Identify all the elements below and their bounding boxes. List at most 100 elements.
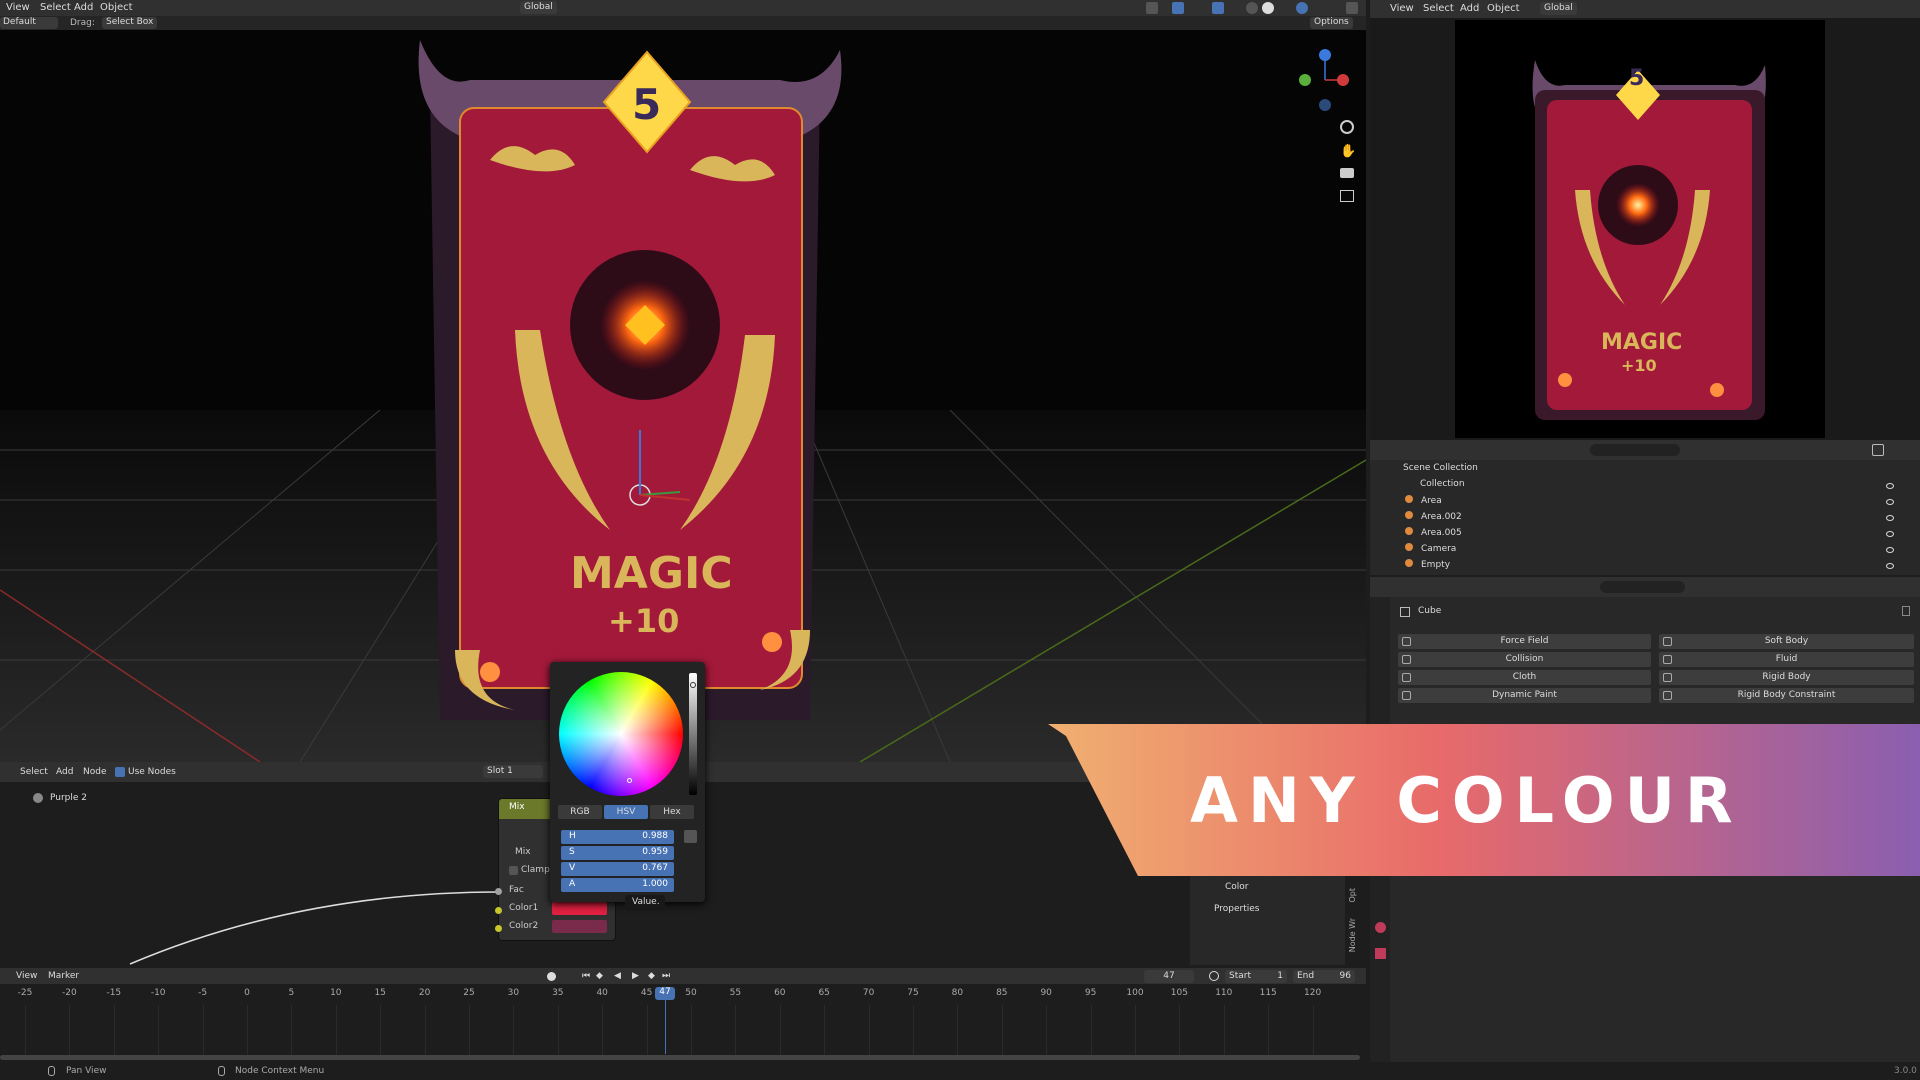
render-menu-object[interactable]: Object bbox=[1487, 3, 1520, 14]
properties-search-field[interactable] bbox=[1600, 581, 1685, 593]
fac-socket[interactable] bbox=[495, 888, 502, 895]
texture-tab-icon[interactable] bbox=[1375, 948, 1386, 959]
menu-view[interactable]: View bbox=[6, 2, 30, 13]
current-frame-field[interactable]: 47 bbox=[1144, 970, 1194, 983]
physics-button[interactable]: Fluid bbox=[1659, 652, 1914, 667]
options-dropdown[interactable]: Options bbox=[1310, 17, 1353, 29]
timeline-menu-view[interactable]: View bbox=[16, 971, 37, 981]
scene-collection-label: Scene Collection bbox=[1403, 463, 1478, 473]
eye-icon[interactable] bbox=[1886, 483, 1894, 489]
eye-icon[interactable] bbox=[1886, 563, 1894, 569]
node-menu-node[interactable]: Node bbox=[83, 767, 107, 777]
frame-grid-line bbox=[735, 1005, 737, 1055]
shading-rendered-icon[interactable] bbox=[1296, 2, 1308, 14]
orientation-dropdown[interactable]: Global bbox=[520, 1, 557, 14]
jump-end-icon[interactable]: ⏭ bbox=[662, 971, 670, 981]
record-icon[interactable] bbox=[547, 972, 556, 981]
next-keyframe-icon[interactable]: ◆ bbox=[648, 971, 655, 981]
hsv-wheel[interactable] bbox=[559, 672, 683, 796]
sidebar-tab-node-wrangler[interactable]: Node Wr bbox=[1348, 918, 1357, 952]
render-orientation-dropdown[interactable]: Global bbox=[1540, 2, 1577, 15]
outliner-item[interactable]: Area bbox=[1405, 495, 1442, 510]
status-middle: Node Context Menu bbox=[235, 1066, 325, 1076]
menu-select[interactable]: Select bbox=[40, 2, 71, 13]
frame-tick-label: 0 bbox=[244, 988, 250, 998]
eye-icon[interactable] bbox=[1886, 547, 1894, 553]
color1-socket[interactable] bbox=[495, 907, 502, 914]
eye-icon[interactable] bbox=[1886, 515, 1894, 521]
start-frame-field[interactable]: Start 1 bbox=[1225, 970, 1287, 983]
end-frame-field[interactable]: End 96 bbox=[1293, 970, 1355, 983]
eyedropper-icon[interactable] bbox=[684, 830, 697, 843]
render-menu-select[interactable]: Select bbox=[1423, 3, 1454, 14]
panel-properties-row[interactable]: Properties bbox=[1200, 904, 1340, 920]
shading-material-icon[interactable] bbox=[1262, 2, 1274, 14]
gizmo-toggle-icon[interactable] bbox=[1146, 2, 1158, 14]
value-slider-handle[interactable] bbox=[690, 682, 696, 688]
timeline-menu-marker[interactable]: Marker bbox=[48, 971, 79, 981]
physics-button[interactable]: Rigid Body bbox=[1659, 670, 1914, 685]
color-mode-tab[interactable]: RGB bbox=[558, 805, 602, 819]
pause-icon[interactable] bbox=[1346, 2, 1358, 14]
color-mode-tab[interactable]: Hex bbox=[650, 805, 694, 819]
color-cursor[interactable] bbox=[627, 778, 632, 783]
camera-view-icon[interactable] bbox=[1340, 168, 1354, 178]
clamp-checkbox[interactable] bbox=[509, 866, 518, 875]
playhead[interactable]: 47 bbox=[655, 987, 675, 1000]
menu-object[interactable]: Object bbox=[100, 2, 133, 13]
physics-button[interactable]: Soft Body bbox=[1659, 634, 1914, 649]
scene-collection-row[interactable]: Scene Collection bbox=[1385, 463, 1478, 478]
prev-keyframe-icon[interactable]: ◆ bbox=[596, 971, 603, 981]
viewport-3d[interactable]: 5 MAGIC +10 ✋ bbox=[0, 30, 1366, 762]
physics-button[interactable]: Collision bbox=[1398, 652, 1651, 667]
physics-button[interactable]: Rigid Body Constraint bbox=[1659, 688, 1914, 703]
slot-dropdown[interactable]: Slot 1 bbox=[483, 765, 543, 778]
eye-icon[interactable] bbox=[1886, 499, 1894, 505]
play-icon[interactable]: ▶ bbox=[632, 971, 639, 981]
hsv-field[interactable]: H 0.988 bbox=[561, 830, 674, 844]
frame-grid-line bbox=[1268, 1005, 1270, 1055]
render-menu-add[interactable]: Add bbox=[1460, 3, 1479, 14]
mix-type[interactable]: Mix bbox=[515, 847, 531, 857]
color2-swatch[interactable] bbox=[552, 920, 607, 933]
node-menu-select[interactable]: Select bbox=[20, 767, 48, 777]
drag-select-dropdown[interactable]: Select Box bbox=[102, 17, 158, 29]
sidebar-tab-opt[interactable]: Opt bbox=[1348, 888, 1357, 903]
xray-icon[interactable] bbox=[1212, 2, 1224, 14]
shading-solid-icon[interactable] bbox=[1246, 2, 1258, 14]
outliner-search-field[interactable] bbox=[1590, 444, 1680, 456]
zoom-icon[interactable] bbox=[1340, 120, 1354, 134]
overlay-icon[interactable] bbox=[1172, 2, 1184, 14]
material-tab-icon[interactable] bbox=[1375, 922, 1386, 933]
collection-row[interactable]: Collection bbox=[1392, 479, 1465, 494]
value-slider[interactable] bbox=[689, 673, 697, 795]
jump-start-icon[interactable]: ⏮ bbox=[582, 971, 590, 981]
outliner-item[interactable]: Area.005 bbox=[1405, 527, 1462, 542]
panel-color-row[interactable]: Color bbox=[1200, 882, 1340, 898]
physics-button[interactable]: Cloth bbox=[1398, 670, 1651, 685]
hsv-field[interactable]: S 0.959 bbox=[561, 846, 674, 860]
use-nodes-checkbox[interactable] bbox=[115, 767, 125, 777]
outliner-item[interactable]: Camera bbox=[1405, 543, 1456, 558]
pin-icon[interactable] bbox=[1902, 606, 1910, 616]
outliner-item[interactable]: Empty bbox=[1405, 559, 1450, 574]
hsv-field[interactable]: A 1.000 bbox=[561, 878, 674, 892]
node-menu-add[interactable]: Add bbox=[56, 767, 73, 777]
filter-icon[interactable] bbox=[1872, 444, 1884, 456]
eye-icon[interactable] bbox=[1886, 531, 1894, 537]
color-mode-tab[interactable]: HSV bbox=[604, 805, 648, 819]
timeline-scrollbar[interactable] bbox=[0, 1055, 1360, 1060]
hsv-field[interactable]: V 0.767 bbox=[561, 862, 674, 876]
menu-add[interactable]: Add bbox=[74, 2, 93, 13]
physics-button[interactable]: Dynamic Paint bbox=[1398, 688, 1651, 703]
outliner-item[interactable]: Area.002 bbox=[1405, 511, 1462, 526]
pan-hand-icon[interactable]: ✋ bbox=[1340, 144, 1356, 159]
play-reverse-icon[interactable]: ◀ bbox=[614, 971, 621, 981]
physics-button[interactable]: Force Field bbox=[1398, 634, 1651, 649]
render-menu-view[interactable]: View bbox=[1390, 3, 1414, 14]
color2-socket[interactable] bbox=[495, 925, 502, 932]
timer-icon[interactable] bbox=[1209, 971, 1219, 981]
color1-swatch[interactable] bbox=[552, 902, 607, 915]
mode-dropdown[interactable]: Default bbox=[0, 17, 58, 29]
grid-view-icon[interactable] bbox=[1340, 190, 1354, 202]
